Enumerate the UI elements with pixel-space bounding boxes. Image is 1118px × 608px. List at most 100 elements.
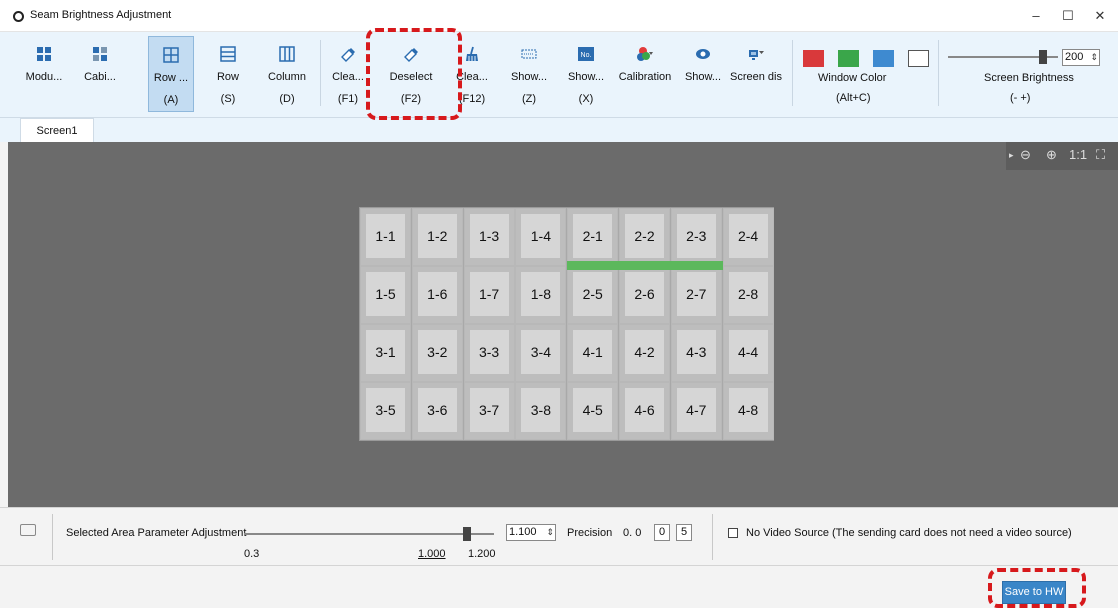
cabinet-cell-label: 2-4 <box>728 214 768 258</box>
minimize-button[interactable]: – <box>1022 6 1050 26</box>
cabinet-cell[interactable]: 3-6 <box>411 382 463 440</box>
cabinet-cell[interactable]: 4-5 <box>567 382 619 440</box>
app-icon <box>13 11 24 22</box>
module-label: Modu... <box>25 71 63 83</box>
cabinet-cell[interactable]: 2-8 <box>722 266 774 324</box>
parameter-slider-track[interactable] <box>244 533 494 535</box>
cabinet-cell[interactable]: 4-6 <box>619 382 670 440</box>
clear-label: Clea... <box>332 71 364 83</box>
cabinet-cell[interactable]: 3-1 <box>360 324 411 382</box>
no-video-source-checkbox[interactable] <box>728 528 738 538</box>
spin-arrows-icon[interactable]: ⇕ <box>1090 50 1098 65</box>
cabinet-cell[interactable]: 4-8 <box>722 382 774 440</box>
cabinet-cell[interactable]: 1-3 <box>463 208 515 266</box>
cabinet-cell-label: 1-8 <box>521 272 561 316</box>
cabinet-cell[interactable]: 1-2 <box>411 208 463 266</box>
cabinet-cell[interactable]: 2-3 <box>670 208 722 266</box>
close-button[interactable]: ✕ <box>1086 6 1114 26</box>
precision-field-a[interactable]: 0 <box>654 524 670 541</box>
show-seam-button[interactable]: Show... (Z) <box>506 36 552 112</box>
cabinet-cell[interactable]: 3-4 <box>515 324 567 382</box>
cabinet-cell-label: 4-8 <box>728 388 768 432</box>
cabinet-button[interactable]: Cabi... <box>78 36 122 112</box>
show-button[interactable]: Show... <box>682 36 724 112</box>
module-button[interactable]: Modu... <box>22 36 66 112</box>
cabinet-label: Cabi... <box>84 71 116 83</box>
fit-screen-icon[interactable]: ⛶ <box>1096 147 1105 163</box>
cabinet-cell[interactable]: 4-3 <box>670 324 722 382</box>
brightness-slider-thumb[interactable] <box>1038 50 1047 64</box>
svg-text:No.: No. <box>581 52 592 59</box>
cabinet-cell[interactable]: 1-4 <box>515 208 567 266</box>
maximize-button[interactable]: ☐ <box>1054 6 1082 26</box>
cabinet-cell-label: 2-7 <box>676 272 716 316</box>
row-select-button[interactable]: Row ... (A) <box>148 36 194 112</box>
row-select-label: Row ... <box>153 72 189 84</box>
precision-field-b[interactable]: 5 <box>676 524 692 541</box>
red-swatch[interactable] <box>803 50 824 67</box>
column-icon <box>279 46 295 62</box>
cabinet-cell[interactable]: 4-2 <box>619 324 670 382</box>
expand-icon[interactable]: ▸ <box>1009 150 1014 161</box>
cabinet-cell-label: 3-7 <box>469 388 509 432</box>
cabinet-cell[interactable]: 3-3 <box>463 324 515 382</box>
cabinet-cell[interactable]: 1-8 <box>515 266 567 324</box>
cabinet-cell-label: 2-5 <box>573 272 613 316</box>
window-color-label: Window Color <box>818 72 887 84</box>
cabinet-cell[interactable]: 3-5 <box>360 382 411 440</box>
cabinet-cell[interactable]: 4-1 <box>567 324 619 382</box>
no-video-source-label: No Video Source (The sending card does n… <box>746 527 1072 539</box>
cabinet-cell[interactable]: 1-1 <box>360 208 411 266</box>
cabinet-cell-label: 1-6 <box>417 272 457 316</box>
selected-seam[interactable] <box>567 261 723 270</box>
calibration-button[interactable]: Calibration <box>616 36 674 112</box>
actual-size-icon[interactable]: 1:1 <box>1069 147 1087 162</box>
cabinet-cell-label: 2-3 <box>676 214 716 258</box>
cabinet-cell[interactable]: 2-4 <box>722 208 774 266</box>
cabinet-cell[interactable]: 1-5 <box>360 266 411 324</box>
cabinet-cell[interactable]: 3-8 <box>515 382 567 440</box>
cabinet-cell[interactable]: 2-2 <box>619 208 670 266</box>
cabinet-cell[interactable]: 1-7 <box>463 266 515 324</box>
screen-display-button[interactable]: Screen dis <box>730 36 782 112</box>
blue-swatch[interactable] <box>873 50 894 67</box>
tab-strip: Screen1 <box>0 118 1118 142</box>
precision-label: Precision <box>567 527 613 539</box>
zoom-in-icon[interactable]: ⊕ <box>1046 147 1057 163</box>
screen-canvas[interactable]: ▸ ⊖ ⊕ 1:1 ⛶ 1-1 1-2 1-3 1-4 2-1 2-2 2-3 2-4 1-5 1… <box>8 142 1118 507</box>
cabinet-cell[interactable]: 2-1 <box>567 208 619 266</box>
spin-arrows-icon[interactable]: ⇕ <box>546 525 554 540</box>
cabinet-cell[interactable]: 1-6 <box>411 266 463 324</box>
cabinet-cell[interactable]: 4-4 <box>722 324 774 382</box>
brightness-spinbox[interactable]: 200 ⇕ <box>1062 49 1100 66</box>
cabinet-cell[interactable]: 2-5 <box>567 266 619 324</box>
cabinet-cell[interactable]: 3-7 <box>463 382 515 440</box>
row-button[interactable]: Row (S) <box>206 36 250 112</box>
row-icon <box>220 46 236 62</box>
cabinet-cell-label: 1-7 <box>469 272 509 316</box>
parameter-slider-thumb[interactable] <box>462 527 471 541</box>
cabinet-cell[interactable]: 2-7 <box>670 266 722 324</box>
tab-screen1[interactable]: Screen1 <box>20 118 94 142</box>
cabinet-cell[interactable]: 2-6 <box>619 266 670 324</box>
column-button[interactable]: Column (D) <box>264 36 310 112</box>
cabinet-cell-label: 4-3 <box>676 330 716 374</box>
clear-button[interactable]: Clea... (F1) <box>328 36 368 112</box>
zoom-out-icon[interactable]: ⊖ <box>1020 147 1031 163</box>
green-swatch[interactable] <box>838 50 859 67</box>
parameter-mid[interactable]: 1.000 <box>418 548 446 560</box>
deselect-highlight <box>366 28 462 120</box>
eye-icon <box>696 49 710 59</box>
cabinet-cell[interactable]: 3-2 <box>411 324 463 382</box>
number-icon: No. <box>578 47 594 61</box>
cabinet-cell[interactable]: 4-7 <box>670 382 722 440</box>
cabinet-cell-label: 1-5 <box>366 272 405 316</box>
show-number-button[interactable]: No. Show... (X) <box>564 36 608 112</box>
white-swatch[interactable] <box>908 50 929 67</box>
row-select-key: (A) <box>163 94 179 106</box>
parameter-label: Selected Area Parameter Adjustment <box>66 527 247 539</box>
keyboard-icon[interactable] <box>20 524 36 536</box>
cabinet-cell-label: 3-6 <box>417 388 457 432</box>
parameter-spinbox[interactable]: 1.100 ⇕ <box>506 524 556 541</box>
show-seam-label: Show... <box>510 71 548 83</box>
